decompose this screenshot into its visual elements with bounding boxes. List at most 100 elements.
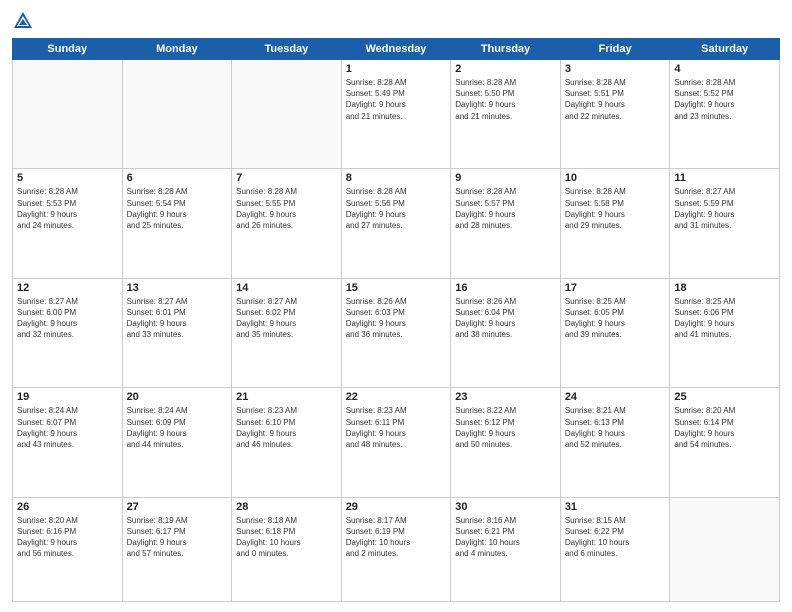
weekday-header-row: SundayMondayTuesdayWednesdayThursdayFrid… xyxy=(13,39,780,60)
day-info: Sunrise: 8:26 AMSunset: 6:04 PMDaylight:… xyxy=(455,296,556,341)
calendar-day-3: 3 Sunrise: 8:28 AMSunset: 5:51 PMDaylight… xyxy=(560,60,670,169)
calendar-day-5: 5Sunrise: 8:28 AMSunset: 5:53 PMDaylight… xyxy=(13,169,123,278)
calendar-day-6: 6 Sunrise: 8:28 AMSunset: 5:54 PMDaylight… xyxy=(122,169,232,278)
calendar-week-1: 1 Sunrise: 8:28 AMSunset: 5:49 PMDaylight… xyxy=(13,60,780,169)
calendar-week-3: 12Sunrise: 8:27 AMSunset: 6:00 PMDayligh… xyxy=(13,278,780,387)
day-number: 23 xyxy=(455,391,556,403)
day-info: Sunrise: 8:16 AMSunset: 6:21 PMDaylight:… xyxy=(455,515,556,560)
calendar-day-15: 15Sunrise: 8:26 AMSunset: 6:03 PMDayligh… xyxy=(341,278,451,387)
day-info: Sunrise: 8:27 AMSunset: 5:59 PMDaylight:… xyxy=(674,186,775,231)
logo xyxy=(12,10,38,32)
calendar-day-24: 24 Sunrise: 8:21 AMSunset: 6:13 PMDayligh… xyxy=(560,388,670,497)
day-info: Sunrise: 8:24 AMSunset: 6:09 PMDaylight:… xyxy=(127,405,228,450)
weekday-monday: Monday xyxy=(122,39,232,60)
calendar-day-13: 13Sunrise: 8:27 AMSunset: 6:01 PMDayligh… xyxy=(122,278,232,387)
day-info: Sunrise: 8:18 AMSunset: 6:18 PMDaylight:… xyxy=(236,515,337,560)
empty-cell xyxy=(13,60,123,169)
day-info: Sunrise: 8:22 AMSunset: 6:12 PMDaylight:… xyxy=(455,405,556,450)
day-number: 12 xyxy=(17,282,118,294)
day-info: Sunrise: 8:20 AMSunset: 6:16 PMDaylight:… xyxy=(17,515,118,560)
day-number: 24 xyxy=(565,391,666,403)
calendar-day-25: 25Sunrise: 8:20 AMSunset: 6:14 PMDayligh… xyxy=(670,388,780,497)
calendar-day-28: 28 Sunrise: 8:18 AMSunset: 6:18 PMDayligh… xyxy=(232,497,342,601)
calendar-day-14: 14 Sunrise: 8:27 AMSunset: 6:02 PMDayligh… xyxy=(232,278,342,387)
day-info: Sunrise: 8:17 AMSunset: 6:19 PMDaylight:… xyxy=(346,515,447,560)
day-number: 26 xyxy=(17,501,118,513)
day-number: 11 xyxy=(674,172,775,184)
day-info: Sunrise: 8:23 AMSunset: 6:10 PMDaylight:… xyxy=(236,405,337,450)
calendar-day-2: 2Sunrise: 8:28 AMSunset: 5:50 PMDaylight… xyxy=(451,60,561,169)
calendar-day-23: 23 Sunrise: 8:22 AMSunset: 6:12 PMDayligh… xyxy=(451,388,561,497)
day-number: 6 xyxy=(127,172,228,184)
empty-cell xyxy=(670,497,780,601)
day-info: Sunrise: 8:19 AMSunset: 6:17 PMDaylight:… xyxy=(127,515,228,560)
page: SundayMondayTuesdayWednesdayThursdayFrid… xyxy=(0,0,792,612)
calendar-day-4: 4Sunrise: 8:28 AMSunset: 5:52 PMDaylight… xyxy=(670,60,780,169)
day-number: 15 xyxy=(346,282,447,294)
day-info: Sunrise: 8:25 AMSunset: 6:06 PMDaylight:… xyxy=(674,296,775,341)
calendar-day-22: 22Sunrise: 8:23 AMSunset: 6:11 PMDayligh… xyxy=(341,388,451,497)
day-info: Sunrise: 8:28 AMSunset: 5:58 PMDaylight:… xyxy=(565,186,666,231)
calendar-day-11: 11 Sunrise: 8:27 AMSunset: 5:59 PMDayligh… xyxy=(670,169,780,278)
calendar-day-21: 21Sunrise: 8:23 AMSunset: 6:10 PMDayligh… xyxy=(232,388,342,497)
day-number: 19 xyxy=(17,391,118,403)
logo-icon xyxy=(12,10,34,32)
day-info: Sunrise: 8:27 AMSunset: 6:01 PMDaylight:… xyxy=(127,296,228,341)
weekday-wednesday: Wednesday xyxy=(341,39,451,60)
day-info: Sunrise: 8:28 AMSunset: 5:55 PMDaylight:… xyxy=(236,186,337,231)
header xyxy=(12,10,780,32)
empty-cell xyxy=(122,60,232,169)
day-info: Sunrise: 8:28 AMSunset: 5:57 PMDaylight:… xyxy=(455,186,556,231)
calendar-day-29: 29Sunrise: 8:17 AMSunset: 6:19 PMDayligh… xyxy=(341,497,451,601)
calendar-day-31: 31 Sunrise: 8:15 AMSunset: 6:22 PMDayligh… xyxy=(560,497,670,601)
day-number: 28 xyxy=(236,501,337,513)
day-info: Sunrise: 8:28 AMSunset: 5:56 PMDaylight:… xyxy=(346,186,447,231)
calendar-day-20: 20 Sunrise: 8:24 AMSunset: 6:09 PMDayligh… xyxy=(122,388,232,497)
day-number: 3 xyxy=(565,63,666,75)
day-info: Sunrise: 8:28 AMSunset: 5:49 PMDaylight:… xyxy=(346,77,447,122)
day-info: Sunrise: 8:21 AMSunset: 6:13 PMDaylight:… xyxy=(565,405,666,450)
day-number: 5 xyxy=(17,172,118,184)
day-number: 20 xyxy=(127,391,228,403)
calendar-day-30: 30 Sunrise: 8:16 AMSunset: 6:21 PMDayligh… xyxy=(451,497,561,601)
calendar-day-9: 9 Sunrise: 8:28 AMSunset: 5:57 PMDaylight… xyxy=(451,169,561,278)
day-number: 17 xyxy=(565,282,666,294)
calendar-table: SundayMondayTuesdayWednesdayThursdayFrid… xyxy=(12,38,780,602)
calendar-week-5: 26 Sunrise: 8:20 AMSunset: 6:16 PMDayligh… xyxy=(13,497,780,601)
day-info: Sunrise: 8:28 AMSunset: 5:51 PMDaylight:… xyxy=(565,77,666,122)
calendar-day-16: 16 Sunrise: 8:26 AMSunset: 6:04 PMDayligh… xyxy=(451,278,561,387)
weekday-saturday: Saturday xyxy=(670,39,780,60)
day-number: 27 xyxy=(127,501,228,513)
day-number: 2 xyxy=(455,63,556,75)
calendar-day-10: 10 Sunrise: 8:28 AMSunset: 5:58 PMDayligh… xyxy=(560,169,670,278)
day-number: 1 xyxy=(346,63,447,75)
day-number: 14 xyxy=(236,282,337,294)
day-info: Sunrise: 8:15 AMSunset: 6:22 PMDaylight:… xyxy=(565,515,666,560)
calendar-day-1: 1 Sunrise: 8:28 AMSunset: 5:49 PMDaylight… xyxy=(341,60,451,169)
weekday-friday: Friday xyxy=(560,39,670,60)
calendar-day-18: 18 Sunrise: 8:25 AMSunset: 6:06 PMDayligh… xyxy=(670,278,780,387)
day-number: 18 xyxy=(674,282,775,294)
day-info: Sunrise: 8:28 AMSunset: 5:54 PMDaylight:… xyxy=(127,186,228,231)
calendar-day-27: 27 Sunrise: 8:19 AMSunset: 6:17 PMDayligh… xyxy=(122,497,232,601)
day-number: 30 xyxy=(455,501,556,513)
weekday-sunday: Sunday xyxy=(13,39,123,60)
weekday-tuesday: Tuesday xyxy=(232,39,342,60)
day-number: 4 xyxy=(674,63,775,75)
calendar-day-17: 17 Sunrise: 8:25 AMSunset: 6:05 PMDayligh… xyxy=(560,278,670,387)
day-number: 9 xyxy=(455,172,556,184)
calendar-day-8: 8 Sunrise: 8:28 AMSunset: 5:56 PMDaylight… xyxy=(341,169,451,278)
day-info: Sunrise: 8:27 AMSunset: 6:02 PMDaylight:… xyxy=(236,296,337,341)
day-number: 10 xyxy=(565,172,666,184)
calendar-day-26: 26 Sunrise: 8:20 AMSunset: 6:16 PMDayligh… xyxy=(13,497,123,601)
day-info: Sunrise: 8:25 AMSunset: 6:05 PMDaylight:… xyxy=(565,296,666,341)
calendar-day-12: 12Sunrise: 8:27 AMSunset: 6:00 PMDayligh… xyxy=(13,278,123,387)
day-info: Sunrise: 8:20 AMSunset: 6:14 PMDaylight:… xyxy=(674,405,775,450)
day-number: 8 xyxy=(346,172,447,184)
day-number: 16 xyxy=(455,282,556,294)
day-number: 31 xyxy=(565,501,666,513)
day-number: 7 xyxy=(236,172,337,184)
calendar-week-4: 19Sunrise: 8:24 AMSunset: 6:07 PMDayligh… xyxy=(13,388,780,497)
calendar-day-7: 7 Sunrise: 8:28 AMSunset: 5:55 PMDaylight… xyxy=(232,169,342,278)
calendar-week-2: 5Sunrise: 8:28 AMSunset: 5:53 PMDaylight… xyxy=(13,169,780,278)
